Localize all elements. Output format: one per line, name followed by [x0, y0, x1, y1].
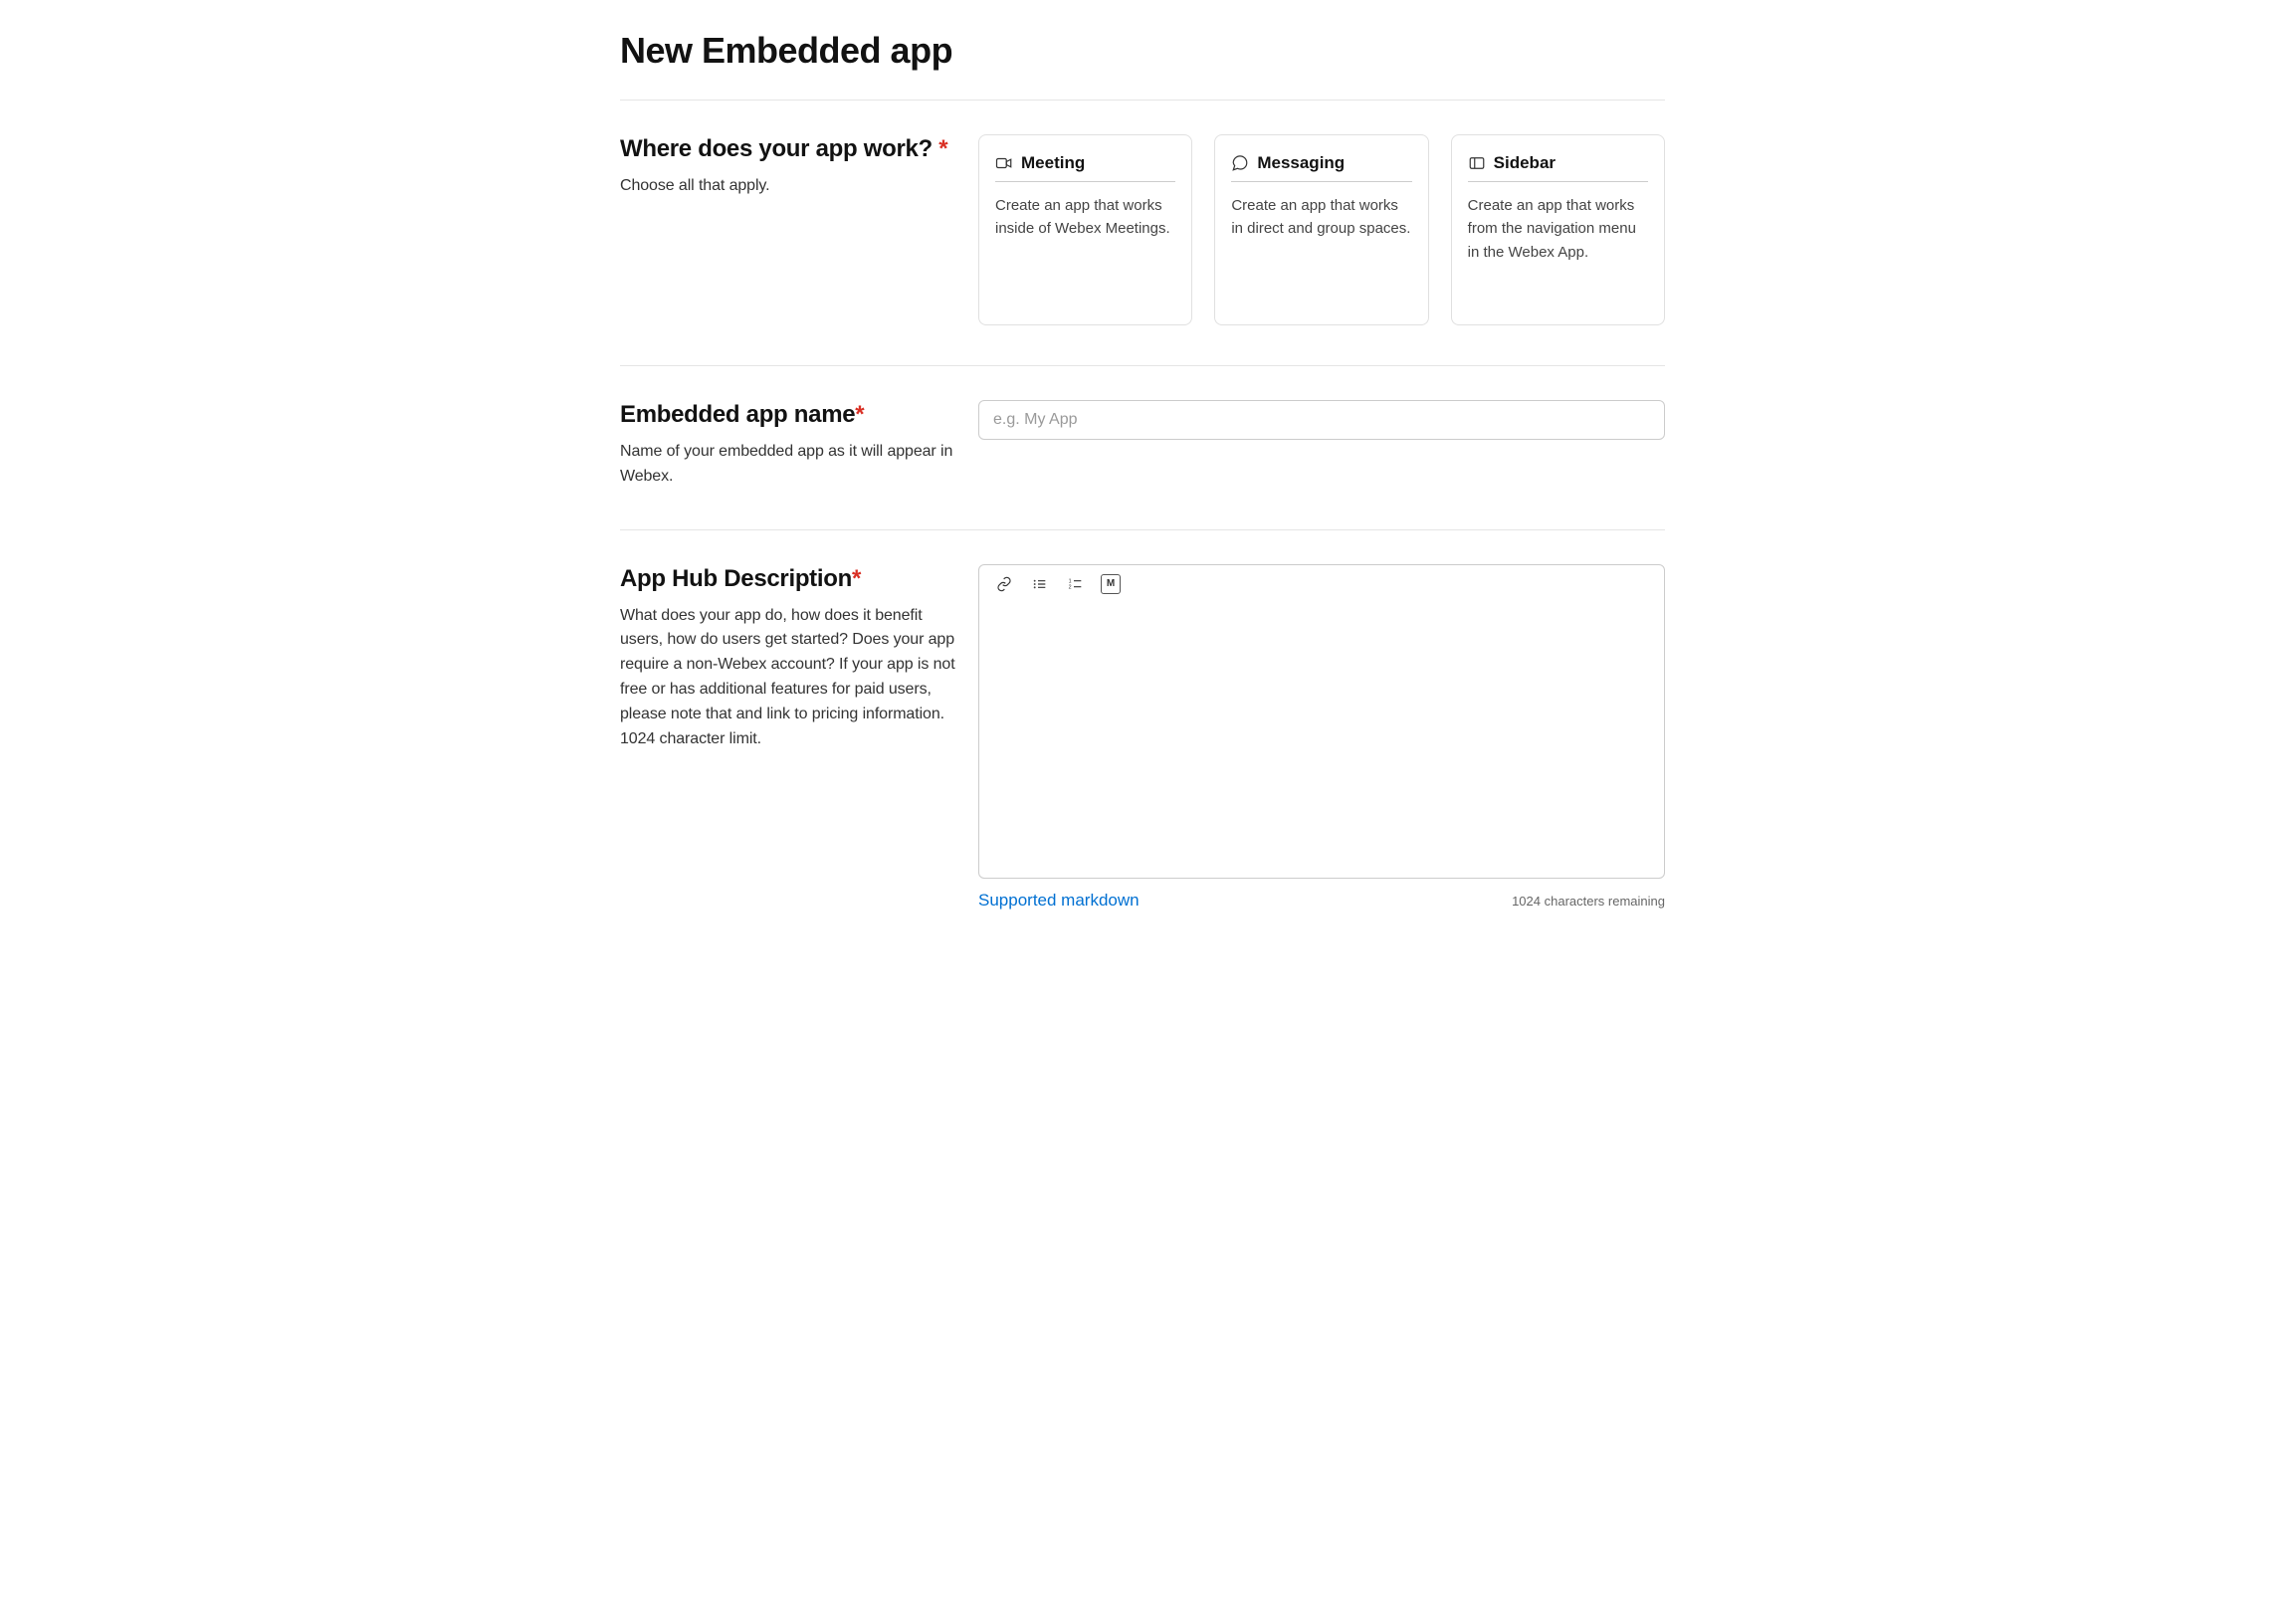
video-camera-icon [995, 154, 1013, 172]
section-description: App Hub Description* What does your app … [620, 530, 1665, 950]
description-textarea[interactable] [979, 599, 1664, 878]
description-sub: What does your app do, how does it benef… [620, 604, 958, 752]
name-sub: Name of your embedded app as it will app… [620, 440, 958, 490]
name-heading: Embedded app name* [620, 400, 958, 430]
card-title: Messaging [1257, 153, 1345, 173]
where-heading: Where does your app work? * [620, 134, 958, 164]
page-title: New Embedded app [620, 30, 1665, 72]
bullet-list-icon [1032, 576, 1048, 592]
required-marker: * [855, 401, 864, 428]
section-name: Embedded app name* Name of your embedded… [620, 366, 1665, 529]
editor-toolbar: 1 2 M [979, 565, 1664, 599]
supported-markdown-link[interactable]: Supported markdown [978, 891, 1140, 911]
description-heading: App Hub Description* [620, 564, 958, 594]
description-heading-text: App Hub Description [620, 565, 852, 592]
card-messaging[interactable]: Messaging Create an app that works in di… [1214, 134, 1428, 325]
required-marker: * [938, 135, 947, 162]
sidebar-panel-icon [1468, 154, 1486, 172]
bullet-list-button[interactable] [1029, 573, 1051, 595]
chars-remaining: 1024 characters remaining [1512, 894, 1665, 909]
app-name-input[interactable] [978, 400, 1665, 440]
name-heading-text: Embedded app name [620, 401, 855, 428]
chat-bubble-icon [1231, 154, 1249, 172]
card-desc: Create an app that works from the naviga… [1468, 194, 1648, 264]
link-button[interactable] [993, 573, 1015, 595]
link-icon [996, 576, 1012, 592]
description-editor: 1 2 M [978, 564, 1665, 879]
required-marker: * [852, 565, 861, 592]
svg-text:1: 1 [1069, 578, 1072, 584]
where-heading-text: Where does your app work? [620, 135, 933, 162]
card-sidebar[interactable]: Sidebar Create an app that works from th… [1451, 134, 1665, 325]
card-desc: Create an app that works in direct and g… [1231, 194, 1411, 241]
section-where: Where does your app work? * Choose all t… [620, 101, 1665, 365]
markdown-icon: M [1107, 579, 1115, 589]
card-meeting[interactable]: Meeting Create an app that works inside … [978, 134, 1192, 325]
card-title: Meeting [1021, 153, 1085, 173]
numbered-list-icon: 1 2 [1068, 576, 1084, 592]
markdown-button[interactable]: M [1101, 574, 1121, 594]
numbered-list-button[interactable]: 1 2 [1065, 573, 1087, 595]
where-cards: Meeting Create an app that works inside … [978, 134, 1665, 325]
where-sub: Choose all that apply. [620, 174, 958, 199]
card-desc: Create an app that works inside of Webex… [995, 194, 1175, 241]
svg-text:2: 2 [1069, 584, 1072, 590]
card-title: Sidebar [1494, 153, 1556, 173]
